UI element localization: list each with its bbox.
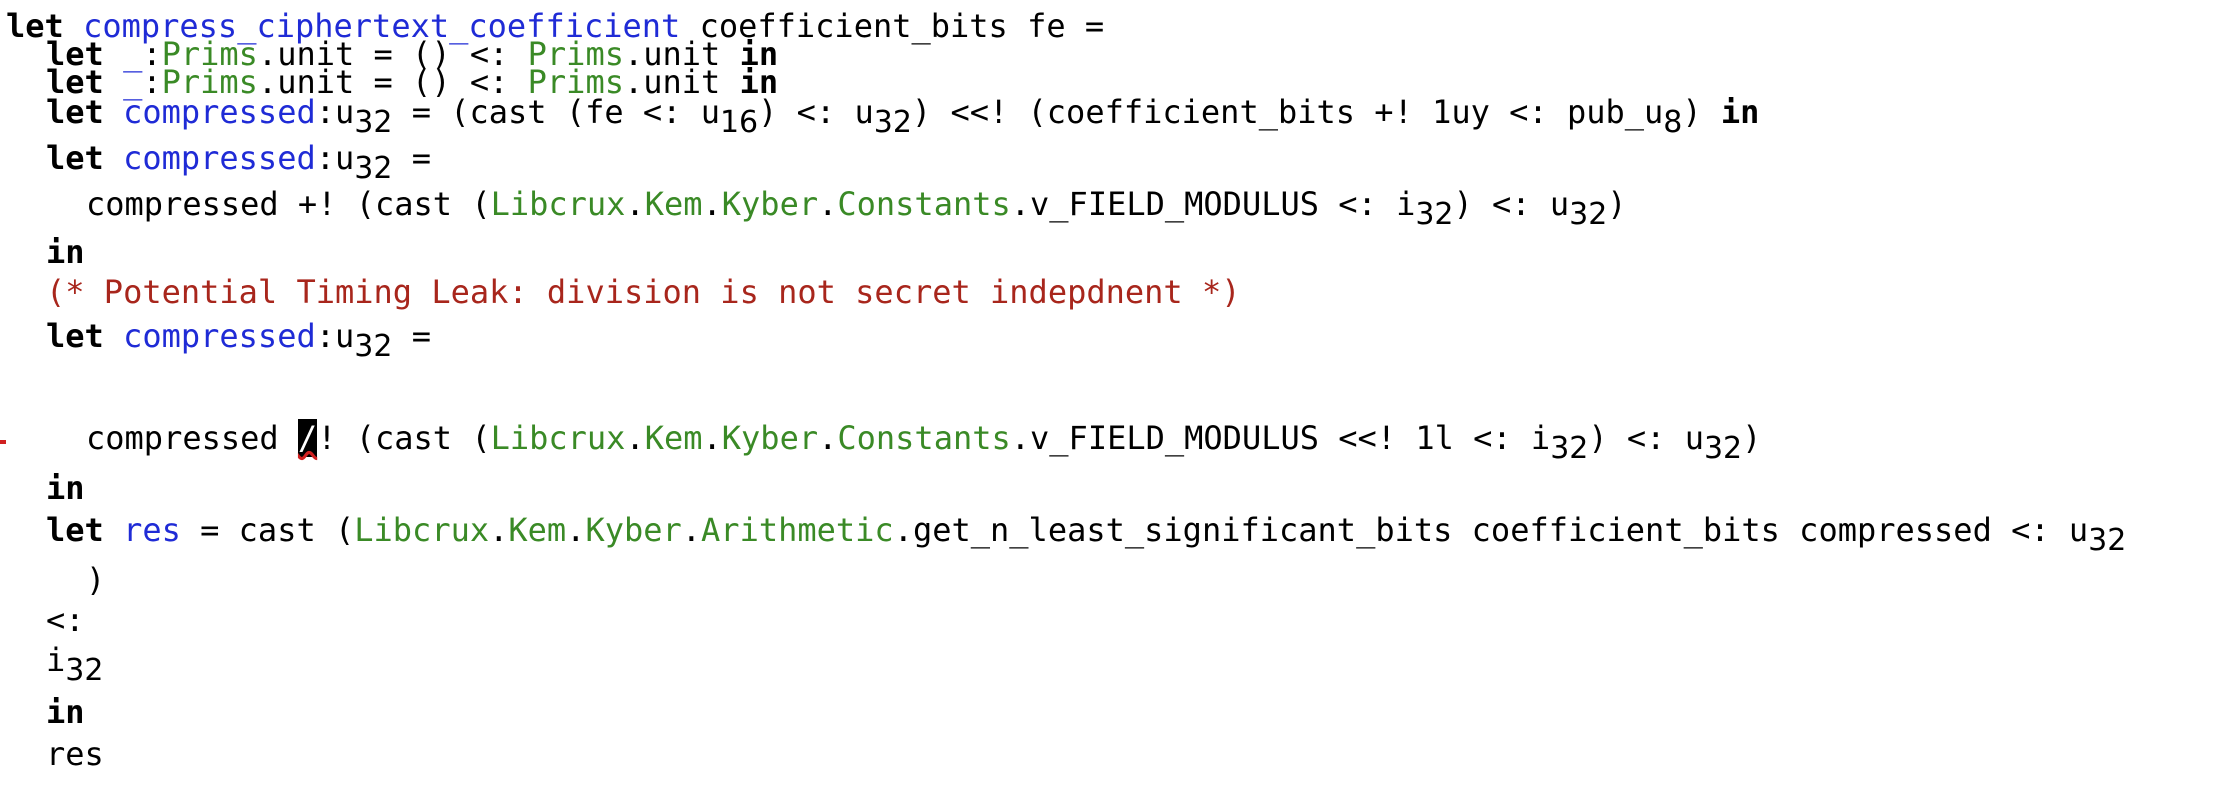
code-line-14: <: [46,600,85,640]
code-line-6: compressed +! (cast (Libcrux.Kem.Kyber.C… [86,185,1627,232]
code-text: = (cast (fe <: u [392,93,720,131]
binding-name: compressed [123,139,316,177]
code-text: = cast ( [180,511,355,549]
subscript: 32 [1569,197,1608,232]
binding-name: res [123,511,181,549]
keyword: let [46,93,104,131]
subscript: 32 [65,653,104,688]
code-text: :u [315,317,355,355]
code-text: ) <: u [1453,185,1570,223]
code-text: ) [1682,93,1721,131]
code-text: .get_n_least_significant_bits coefficien… [893,511,2089,549]
code-text: ! (cast ( [317,419,491,457]
code-text: ) <: u [1588,419,1704,457]
subscript: 16 [719,105,759,140]
module-name: Kem [644,419,703,457]
subscript: 32 [354,105,393,140]
keyword: in [1720,93,1760,131]
code-line-12: let res = cast (Libcrux.Kem.Kyber.Arithm… [46,511,2127,558]
code-text: :u [315,93,355,131]
module-name: Kyber [585,511,682,549]
code-text: .v_FIELD_MODULUS <<! 1l <: i [1010,419,1551,457]
code-text: compressed [86,419,298,457]
module-name: Kem [644,185,703,223]
binding-name: compressed [123,317,316,355]
code-text: res [46,735,104,773]
code-line-13: ) [86,560,105,600]
module-name: Libcrux [354,511,490,549]
subscript: 32 [354,151,393,186]
subscript: 8 [1663,105,1683,140]
code-line-4: let compressed:u32 = (cast (fe <: u16) <… [46,92,1760,140]
module-name: Libcrux [490,185,626,223]
binding-name: compressed [123,93,316,131]
code-comment: (* Potential Timing Leak: division is no… [46,273,1241,311]
code-text: compressed +! (cast ( [86,185,491,223]
code-text: i [46,641,66,679]
keyword: let [46,139,104,177]
error-marker-icon [0,440,6,444]
code-text: <: [46,601,85,639]
code-text: = [392,139,431,177]
module-name: Kyber [721,185,819,223]
code-line-9: let compressed:u32 = [46,316,431,364]
keyword: let [46,317,104,355]
text-cursor-selection[interactable]: / [297,419,318,457]
code-line-11: in [46,468,85,508]
subscript: 32 [1703,431,1743,466]
keyword: in [46,469,85,507]
module-name: Kyber [721,419,819,457]
keyword: in [46,233,85,271]
code-text: ) [1607,185,1627,223]
code-editor[interactable]: let compress_ciphertext_coefficient coef… [0,0,2230,794]
code-text: :u [315,139,355,177]
subscript: 32 [2088,523,2127,558]
code-line-10: compressed /! (cast (Libcrux.Kem.Kyber.C… [86,419,1762,466]
code-line-17: res [46,734,104,774]
keyword: in [46,693,85,731]
module-name: Libcrux [490,419,626,457]
subscript: 32 [1550,431,1589,466]
subscript: 32 [354,329,393,364]
code-text: ) <<! (coefficient_bits +! 1uy <: pub_u [911,93,1664,131]
code-line-16: in [46,692,85,732]
code-text: ) <: u [758,93,874,131]
module-name: Constants [837,185,1011,223]
subscript: 32 [1415,197,1454,232]
code-text: .v_FIELD_MODULUS <: i [1010,185,1416,223]
keyword: let [46,511,104,549]
module-name: Constants [837,419,1011,457]
code-line-7: in [46,232,85,272]
subscript: 32 [873,105,912,140]
module-name: Arithmetic [701,511,894,549]
code-text: = [392,317,431,355]
module-name: Kem [508,511,567,549]
code-line-5: let compressed:u32 = [46,138,431,186]
code-line-15: i32 [46,640,103,688]
code-text: ) [1742,419,1762,457]
code-text: ) [86,561,106,599]
code-line-8: (* Potential Timing Leak: division is no… [46,272,1240,312]
